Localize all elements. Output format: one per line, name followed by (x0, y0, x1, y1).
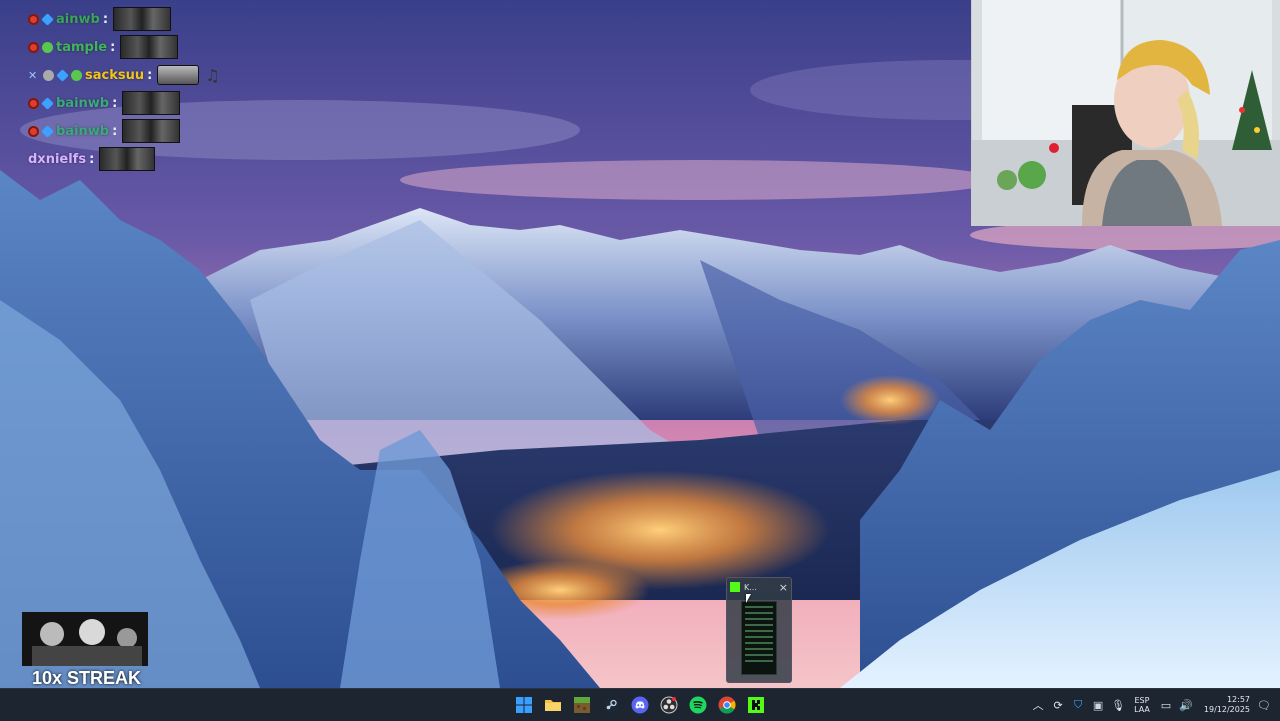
popup-thumbnail[interactable] (741, 601, 777, 675)
chat-username: sacksuu (85, 67, 145, 83)
taskbar: ︿ ⟳ ⛉ ▣ 🎙 ESP LAA ▭ 🔊 12:57 19/12/2025 🗨 (0, 688, 1280, 721)
network-tray-button[interactable]: ▭ (1156, 695, 1176, 715)
kick-icon (730, 582, 740, 592)
chat-username: dxnielfs (28, 151, 87, 167)
chat-colon: : (112, 95, 118, 111)
chrome-icon (718, 696, 736, 714)
webcam-feed (971, 0, 1280, 226)
chat-message: tample : (28, 33, 228, 61)
red-badge-icon (28, 41, 39, 53)
notifications-button[interactable]: 🗨 (1254, 695, 1274, 715)
discord-icon (631, 696, 649, 714)
chevron-up-icon: ︿ (1032, 699, 1044, 712)
red-badge-icon (28, 13, 39, 25)
cube-badge-icon (41, 12, 54, 26)
steam-button[interactable] (599, 693, 623, 717)
kick-icon (748, 697, 764, 713)
chat-overlay: ainwb : tample : ✕ sacksuu : ♫ bainwb : … (28, 5, 228, 173)
chrome-button[interactable] (715, 693, 739, 717)
windows-logo-icon (516, 697, 532, 713)
red-badge-icon (28, 125, 39, 137)
chat-colon: : (102, 11, 109, 27)
app-tray-icon: ▣ (1092, 698, 1104, 712)
popup-close-button[interactable]: × (779, 581, 788, 594)
emote-gif-icon (122, 119, 181, 143)
chat-colon: : (147, 67, 153, 83)
cube-badge-icon (56, 68, 69, 82)
sync-icon: ⟳ (1053, 698, 1063, 712)
keyboard-layout: LAA (1134, 705, 1150, 714)
chat-colon: : (112, 123, 118, 139)
popup-titlebar[interactable]: K... × (727, 578, 791, 596)
tool-badge-icon: ✕ (28, 68, 38, 82)
emote-gif-icon (120, 35, 179, 59)
sync-tray-button[interactable]: ⟳ (1048, 695, 1068, 715)
chat-username: tample (56, 39, 108, 55)
chat-colon: : (89, 151, 95, 167)
speaker-icon: 🔊 (1179, 698, 1193, 712)
microphone-tray-button[interactable]: 🎙 (1108, 695, 1128, 715)
emote-gif-icon (99, 147, 156, 171)
chat-message: dxnielfs : (28, 145, 228, 173)
streak-label: 10x STREAK (32, 668, 142, 688)
chat-message: bainwb : (28, 89, 228, 117)
taskbar-apps (512, 693, 768, 717)
chat-message: bainwb : (28, 117, 228, 145)
clock-time: 12:57 (1226, 695, 1250, 704)
cube-badge-icon (41, 124, 54, 138)
discord-button[interactable] (628, 693, 652, 717)
emote-gif-icon (113, 7, 172, 31)
spotify-button[interactable] (686, 693, 710, 717)
network-icon: ▭ (1160, 698, 1172, 712)
app-tray-button[interactable]: ▣ (1088, 695, 1108, 715)
file-explorer-button[interactable] (541, 693, 565, 717)
show-hidden-icons-button[interactable]: ︿ (1028, 695, 1048, 715)
music-note-icon: ♫ (205, 65, 220, 85)
chat-username: ainwb (56, 11, 100, 27)
spotify-icon (689, 696, 707, 714)
clock[interactable]: 12:57 19/12/2025 (1204, 695, 1250, 715)
kick-button[interactable] (744, 693, 768, 717)
start-button[interactable] (512, 693, 536, 717)
streak-widget: 10x STREAK (20, 612, 150, 689)
green-badge-icon (71, 69, 82, 81)
system-tray: ︿ ⟳ ⛉ ▣ 🎙 ESP LAA ▭ 🔊 12:57 19/12/2025 🗨 (1028, 689, 1280, 721)
chat-message: ainwb : (28, 5, 228, 33)
security-tray-button[interactable]: ⛉ (1068, 695, 1088, 715)
steam-icon (603, 697, 619, 713)
folder-icon (545, 700, 561, 711)
popup-title: K... (744, 582, 757, 592)
obs-button[interactable] (657, 693, 681, 717)
green-badge-icon (42, 41, 53, 53)
microphone-icon: 🎙 (1111, 698, 1126, 712)
streak-image (22, 612, 148, 666)
volume-tray-button[interactable]: 🔊 (1176, 695, 1196, 715)
app-preview-popup[interactable]: K... × (726, 577, 792, 683)
chat-colon: : (110, 39, 116, 55)
mouse-cursor-icon (746, 594, 751, 603)
cube-badge-icon (41, 96, 54, 110)
minecraft-button[interactable] (570, 693, 594, 717)
shield-icon: ⛉ (1073, 698, 1083, 711)
minecraft-icon (574, 697, 590, 713)
obs-icon (660, 696, 678, 714)
chat-message: ✕ sacksuu : ♫ (28, 61, 228, 89)
language-code: ESP (1134, 696, 1150, 705)
chat-username: bainwb (56, 95, 110, 111)
emote-gif-icon (122, 91, 181, 115)
cat-emote-icon (157, 65, 200, 85)
clock-date: 19/12/2025 (1203, 705, 1250, 714)
red-badge-icon (28, 97, 39, 109)
notification-icon: 🗨 (1257, 698, 1271, 712)
gray-badge-icon (43, 69, 54, 81)
input-language-indicator[interactable]: ESP LAA (1134, 696, 1150, 714)
chat-username: bainwb (56, 123, 110, 139)
